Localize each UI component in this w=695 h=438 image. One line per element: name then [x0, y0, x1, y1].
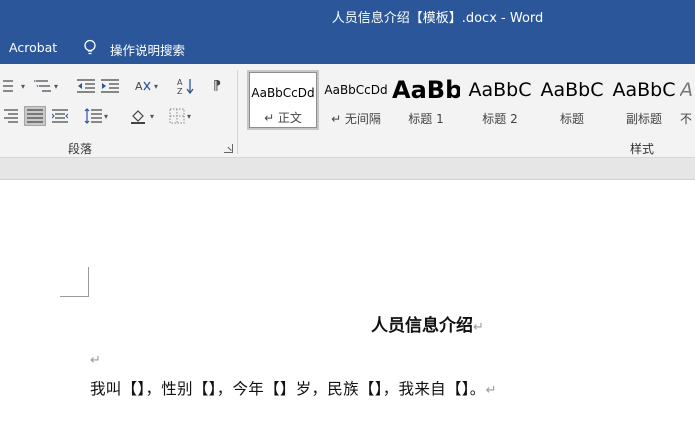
- paragraph-mark: ↵: [485, 383, 497, 398]
- style-name: ↵ 无间隔: [331, 112, 381, 126]
- style-subtitle[interactable]: AaBbC 副标题: [608, 70, 680, 130]
- distributed-icon: [52, 109, 68, 123]
- style-more[interactable]: A 不: [680, 70, 695, 130]
- margin-corner-mark: [60, 267, 89, 297]
- document-title-text: 人员信息介绍: [371, 316, 473, 336]
- document-page[interactable]: 人员信息介绍↵ ↵ 我叫【】，性别【】，今年【】岁，民族【】，我来自【】。↵: [0, 181, 695, 438]
- style-name: 标题 2: [482, 112, 518, 126]
- tell-me-search[interactable]: 操作说明搜索: [110, 40, 185, 59]
- line-spacing-button[interactable]: ▾: [80, 106, 112, 126]
- document-body-paragraph[interactable]: 我叫【】，性别【】，今年【】岁，民族【】，我来自【】。↵: [90, 377, 497, 399]
- decrease-indent-icon: [77, 79, 95, 93]
- chevron-down-icon[interactable]: ▾: [21, 82, 25, 91]
- chinese-layout-icon: A: [135, 80, 151, 93]
- bullets-button[interactable]: ▾: [0, 76, 28, 96]
- distributed-button[interactable]: [50, 106, 70, 126]
- styles-group-label: 样式: [630, 142, 655, 156]
- chevron-down-icon[interactable]: ▾: [154, 82, 158, 91]
- paint-bucket-icon: [130, 110, 145, 124]
- chevron-down-icon[interactable]: ▾: [104, 112, 108, 121]
- justify-icon: [27, 109, 43, 123]
- title-bar: 人员信息介绍【模板】.docx - Word: [0, 0, 695, 34]
- ribbon: ▾ ▾ A ▾ AZ ⁋ ▾ ▾ ▾ 段落 AaBbCcDd ↵ 正文 AaBb…: [0, 64, 695, 158]
- paragraph-group-label: 段落: [68, 142, 93, 156]
- line-spacing-icon: [84, 108, 102, 124]
- borders-button[interactable]: ▾: [164, 106, 196, 126]
- style-no-spacing[interactable]: AaBbCcDd ↵ 无间隔: [320, 70, 392, 130]
- group-separator: [237, 70, 238, 154]
- paragraph-dialog-launcher-icon[interactable]: [224, 144, 233, 153]
- style-preview: AaBb: [392, 76, 460, 104]
- align-right-button[interactable]: [0, 106, 20, 126]
- svg-text:A: A: [135, 80, 143, 93]
- style-preview: AaBbCcDd: [251, 86, 315, 100]
- body-text: 我叫【】，性别【】，今年【】岁，民族【】，我来自【】。: [90, 380, 486, 398]
- lightbulb-icon[interactable]: [83, 39, 97, 57]
- tab-acrobat[interactable]: Acrobat: [9, 40, 57, 55]
- style-preview: AaBbCcDd: [324, 83, 388, 97]
- style-preview: AaBbC: [612, 79, 676, 101]
- chevron-down-icon[interactable]: ▾: [54, 82, 58, 91]
- justify-button[interactable]: [24, 106, 46, 126]
- sort-icon: AZ: [177, 78, 194, 95]
- menu-bar: Acrobat 操作说明搜索: [0, 34, 695, 64]
- style-preview: AaBbC: [540, 79, 604, 101]
- style-title[interactable]: AaBbC 标题: [536, 70, 608, 130]
- multilevel-list-icon: [33, 80, 51, 92]
- style-name: 标题 1: [408, 112, 444, 126]
- svg-text:Z: Z: [177, 87, 183, 95]
- decrease-indent-button[interactable]: [76, 76, 96, 96]
- style-preview: A: [680, 79, 693, 101]
- increase-indent-button[interactable]: [100, 76, 120, 96]
- style-name: ↵ 正文: [264, 111, 302, 125]
- sort-button[interactable]: AZ: [175, 76, 197, 96]
- document-title[interactable]: 人员信息介绍↵: [371, 311, 484, 336]
- empty-paragraph-mark: ↵: [90, 353, 101, 368]
- style-name: 不: [680, 112, 693, 126]
- chevron-down-icon[interactable]: ▾: [187, 112, 191, 121]
- pilcrow-icon: ⁋: [212, 78, 222, 94]
- bullets-icon: [2, 80, 13, 92]
- svg-text:A: A: [177, 78, 183, 87]
- ruler-band: [0, 158, 695, 180]
- chinese-layout-button[interactable]: A ▾: [130, 76, 162, 96]
- borders-icon: [169, 108, 185, 124]
- increase-indent-icon: [101, 79, 119, 93]
- show-marks-button[interactable]: ⁋: [208, 76, 226, 96]
- style-preview: AaBbC: [468, 79, 532, 101]
- style-name: 标题: [559, 112, 584, 126]
- style-normal[interactable]: AaBbCcDd ↵ 正文: [247, 70, 319, 130]
- shading-button[interactable]: ▾: [126, 106, 158, 126]
- window-title: 人员信息介绍【模板】.docx - Word: [331, 11, 544, 26]
- chevron-down-icon[interactable]: ▾: [150, 112, 154, 121]
- paragraph-mark: ↵: [473, 320, 484, 335]
- style-heading-1[interactable]: AaBb 标题 1: [392, 70, 460, 130]
- style-name: 副标题: [625, 112, 662, 126]
- multilevel-list-button[interactable]: ▾: [30, 76, 62, 96]
- style-heading-2[interactable]: AaBbC 标题 2: [464, 70, 536, 130]
- align-right-icon: [4, 109, 18, 123]
